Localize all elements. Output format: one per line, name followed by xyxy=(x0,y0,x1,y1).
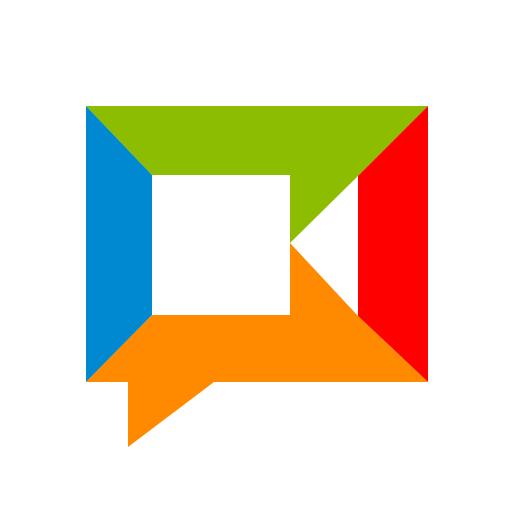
app-icon-canvas xyxy=(0,0,512,512)
background xyxy=(0,0,512,512)
video-chat-bubble-logo-icon xyxy=(0,0,512,512)
